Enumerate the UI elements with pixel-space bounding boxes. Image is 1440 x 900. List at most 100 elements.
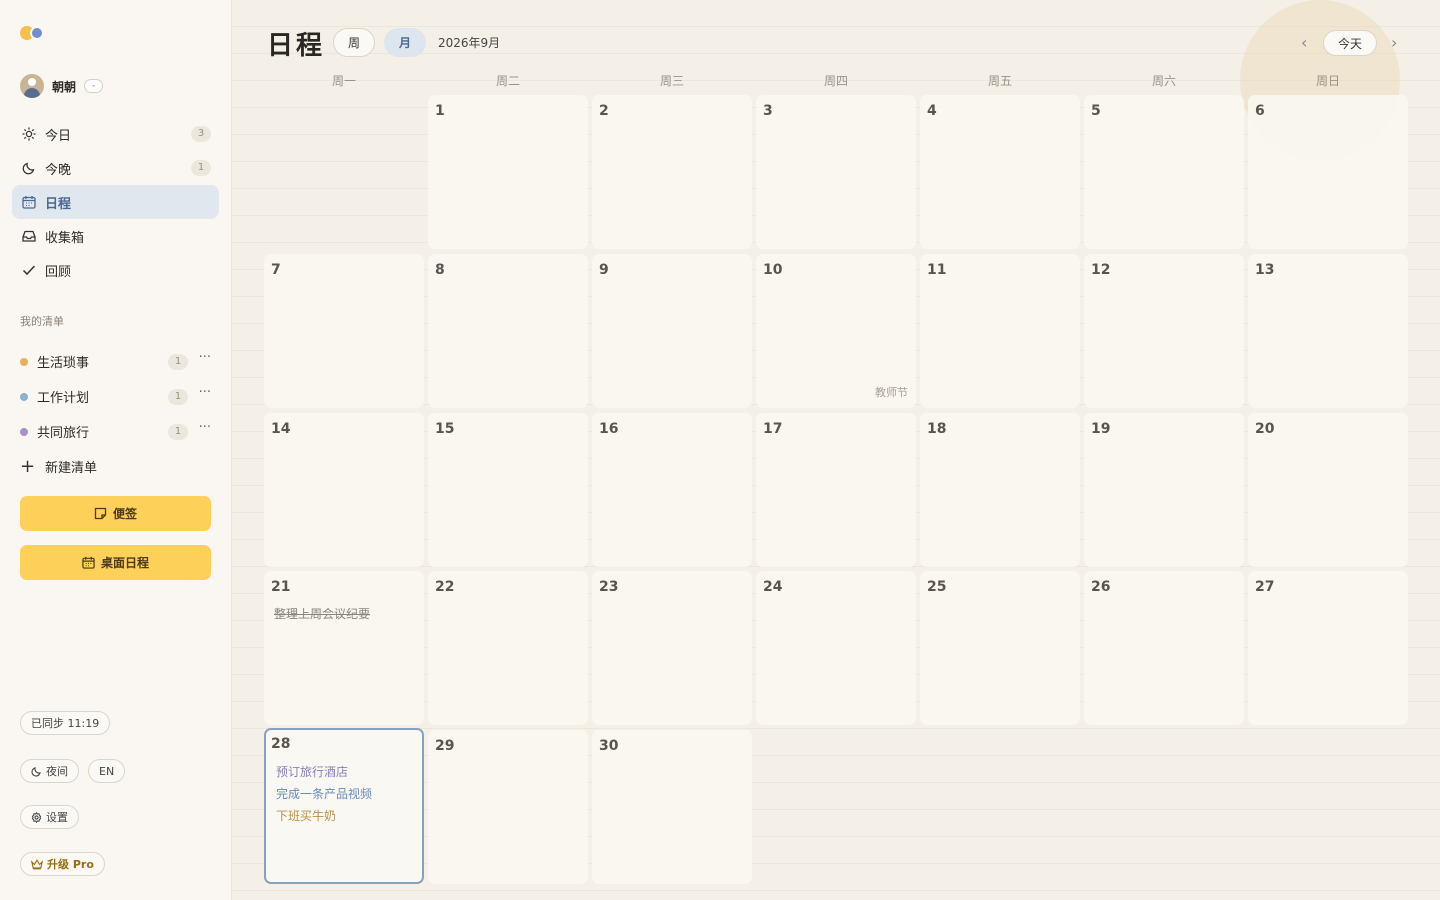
- day-cell[interactable]: 25: [920, 571, 1080, 725]
- day-cell[interactable]: 27: [1248, 571, 1408, 725]
- day-number: 8: [435, 262, 445, 278]
- day-cell[interactable]: 1: [428, 95, 588, 249]
- more-options-icon[interactable]: ···: [199, 350, 211, 365]
- day-cell[interactable]: 18: [920, 413, 1080, 567]
- next-month-icon[interactable]: ›: [1391, 33, 1397, 52]
- task-item[interactable]: 完成一条产品视频: [276, 785, 372, 802]
- task-item[interactable]: 整理上周会议纪要: [274, 605, 370, 622]
- weekday-header: 周三: [659, 74, 684, 88]
- day-number: 3: [763, 103, 773, 119]
- task-item[interactable]: 下班买牛奶: [276, 807, 336, 824]
- desktop-schedule-button[interactable]: 桌面日程: [20, 545, 211, 580]
- day-number: 2: [599, 103, 609, 119]
- day-cell[interactable]: 6: [1248, 95, 1408, 249]
- day-cell[interactable]: 11: [920, 254, 1080, 408]
- tab-month[interactable]: 月: [384, 28, 426, 57]
- more-options-icon[interactable]: ···: [199, 385, 211, 400]
- day-number: 19: [1091, 421, 1111, 437]
- list-item-life[interactable]: 生活琐事 1 ···: [12, 344, 219, 379]
- my-lists-heading: 我的清单: [20, 315, 64, 328]
- day-cell[interactable]: 29: [428, 730, 588, 884]
- upgrade-label: 升级 Pro: [47, 858, 94, 871]
- day-cell[interactable]: 22: [428, 571, 588, 725]
- list-item-travel[interactable]: 共同旅行 1 ···: [12, 414, 219, 449]
- list-item-work[interactable]: 工作计划 1 ···: [12, 379, 219, 414]
- user-profile[interactable]: 朝朝 -: [20, 74, 104, 98]
- day-number: 23: [599, 579, 619, 595]
- task-item[interactable]: 预订旅行酒店: [276, 763, 348, 780]
- day-number: 26: [1091, 579, 1111, 595]
- today-button[interactable]: 今天: [1323, 30, 1377, 56]
- nav-label: 今日: [45, 128, 72, 144]
- new-list-button[interactable]: + 新建清单: [12, 449, 219, 484]
- nav-item-today[interactable]: 今日 3: [12, 117, 219, 151]
- nav-label: 日程: [45, 196, 72, 212]
- day-cell[interactable]: 12: [1084, 254, 1244, 408]
- day-cell[interactable]: 14: [264, 413, 424, 567]
- day-cell[interactable]: 3: [756, 95, 916, 249]
- day-cell[interactable]: 7: [264, 254, 424, 408]
- language-toggle[interactable]: EN: [88, 759, 126, 783]
- day-number: 25: [927, 579, 947, 595]
- day-cell[interactable]: 17: [756, 413, 916, 567]
- crown-icon: [31, 858, 43, 869]
- notes-button[interactable]: 便签: [20, 496, 211, 531]
- list-color-dot: [20, 392, 28, 401]
- day-number: 20: [1255, 421, 1275, 437]
- day-cell[interactable]: 9: [592, 254, 752, 408]
- night-mode-toggle[interactable]: 夜间: [20, 759, 79, 783]
- day-cell[interactable]: 13: [1248, 254, 1408, 408]
- weekday-header: 周五: [987, 74, 1012, 88]
- day-cell[interactable]: 20: [1248, 413, 1408, 567]
- count-badge: 3: [191, 126, 211, 142]
- nav-item-schedule[interactable]: 日程: [12, 185, 219, 219]
- more-options-icon[interactable]: ···: [199, 420, 211, 435]
- main-nav: 今日 3 今晚 1 日程 收集箱 回顾: [12, 117, 219, 287]
- list-color-dot: [20, 427, 28, 436]
- nav-item-review[interactable]: 回顾: [12, 253, 219, 287]
- day-cell[interactable]: 10 教师节: [756, 254, 916, 408]
- notes-button-label: 便签: [112, 507, 137, 521]
- prev-month-icon[interactable]: ‹: [1301, 33, 1307, 52]
- day-cell[interactable]: 4: [920, 95, 1080, 249]
- nav-item-inbox[interactable]: 收集箱: [12, 219, 219, 253]
- day-cell[interactable]: 16: [592, 413, 752, 567]
- day-number: 29: [435, 738, 455, 754]
- day-number: 5: [1091, 103, 1101, 119]
- weekday-header: 周一: [331, 74, 356, 88]
- sync-status[interactable]: 已同步 11:19: [20, 711, 111, 735]
- day-cell[interactable]: 26: [1084, 571, 1244, 725]
- day-cell[interactable]: 23: [592, 571, 752, 725]
- holiday-label: 教师节: [875, 386, 908, 399]
- user-status-badge[interactable]: -: [84, 79, 104, 93]
- gear-icon: [31, 811, 42, 823]
- night-mode-label: 夜间: [46, 765, 68, 778]
- day-number: 15: [435, 421, 455, 437]
- upgrade-pro-button[interactable]: 升级 Pro: [20, 852, 105, 876]
- day-cell[interactable]: 21 整理上周会议纪要: [264, 571, 424, 725]
- sun-icon: [20, 125, 38, 143]
- sidebar: 朝朝 - 今日 3 今晚 1 日程 收集箱 回顾 我的清单 生活琐事 1 ···…: [0, 0, 232, 900]
- settings-button[interactable]: 设置: [20, 805, 79, 829]
- day-number: 18: [927, 421, 947, 437]
- day-cell[interactable]: 19: [1084, 413, 1244, 567]
- avatar[interactable]: [20, 74, 44, 98]
- nav-item-tonight[interactable]: 今晚 1: [12, 151, 219, 185]
- list-label: 共同旅行: [37, 426, 90, 441]
- day-cell[interactable]: 2: [592, 95, 752, 249]
- day-cell[interactable]: 8: [428, 254, 588, 408]
- day-cell-today[interactable]: 28 预订旅行酒店 完成一条产品视频 下班买牛奶: [264, 728, 424, 884]
- day-cell[interactable]: 5: [1084, 95, 1244, 249]
- tab-week[interactable]: 周: [333, 28, 375, 57]
- schedule-view: 日程 周 月 2026年9月 ‹ 今天 › 周一 周二 周三 周四 周五 周六 …: [232, 0, 1440, 900]
- day-cell[interactable]: 15: [428, 413, 588, 567]
- weekday-header: 周六: [1151, 74, 1176, 88]
- day-cell[interactable]: 24: [756, 571, 916, 725]
- day-number: 6: [1255, 103, 1265, 119]
- weekday-header: 周二: [495, 74, 520, 88]
- list-color-dot: [20, 357, 28, 366]
- day-number: 17: [763, 421, 783, 437]
- day-number: 13: [1255, 262, 1275, 278]
- list-label: 生活琐事: [37, 356, 90, 371]
- day-cell[interactable]: 30: [592, 730, 752, 884]
